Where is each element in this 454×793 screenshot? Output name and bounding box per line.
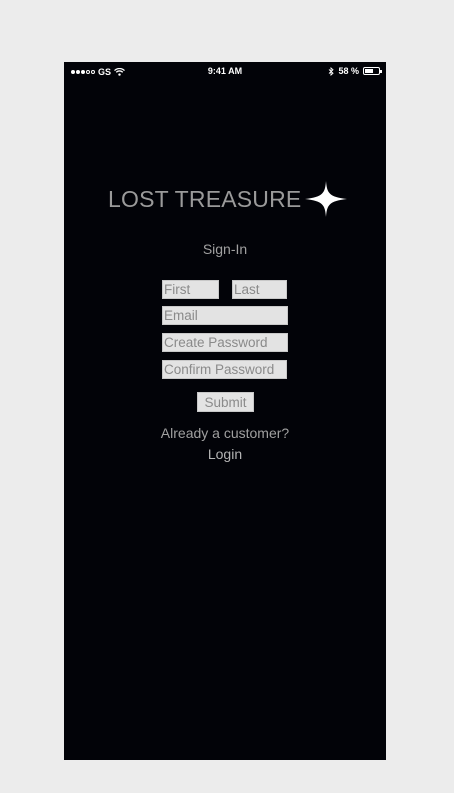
login-link[interactable]: Login: [208, 446, 242, 462]
app-title: LOST TREASURE: [108, 185, 302, 212]
status-bar: GS 9:41 AM 58 %: [64, 62, 386, 80]
status-right: 58 %: [328, 66, 382, 76]
bluetooth-icon: [329, 66, 335, 76]
battery-level: [365, 69, 373, 73]
already-customer-text: Already a customer?: [160, 425, 290, 441]
phone-screen: GS 9:41 AM 58 % LOST TREASURE Sign-In Fi…: [64, 62, 386, 760]
battery-tip: [380, 70, 382, 73]
brand: LOST TREASURE: [108, 180, 348, 218]
submit-button[interactable]: Submit: [197, 392, 254, 412]
four-point-star-icon: [305, 181, 348, 217]
sign-in-heading: Sign-In: [202, 241, 248, 257]
confirm-password-input[interactable]: [162, 360, 287, 379]
email-input[interactable]: [162, 306, 288, 325]
first-name-input[interactable]: [162, 280, 219, 299]
last-name-input[interactable]: [232, 280, 287, 299]
create-password-input[interactable]: [162, 333, 288, 352]
battery-percent: 58 %: [338, 66, 359, 76]
battery-icon: [363, 67, 382, 75]
login-row: Login: [64, 446, 386, 462]
